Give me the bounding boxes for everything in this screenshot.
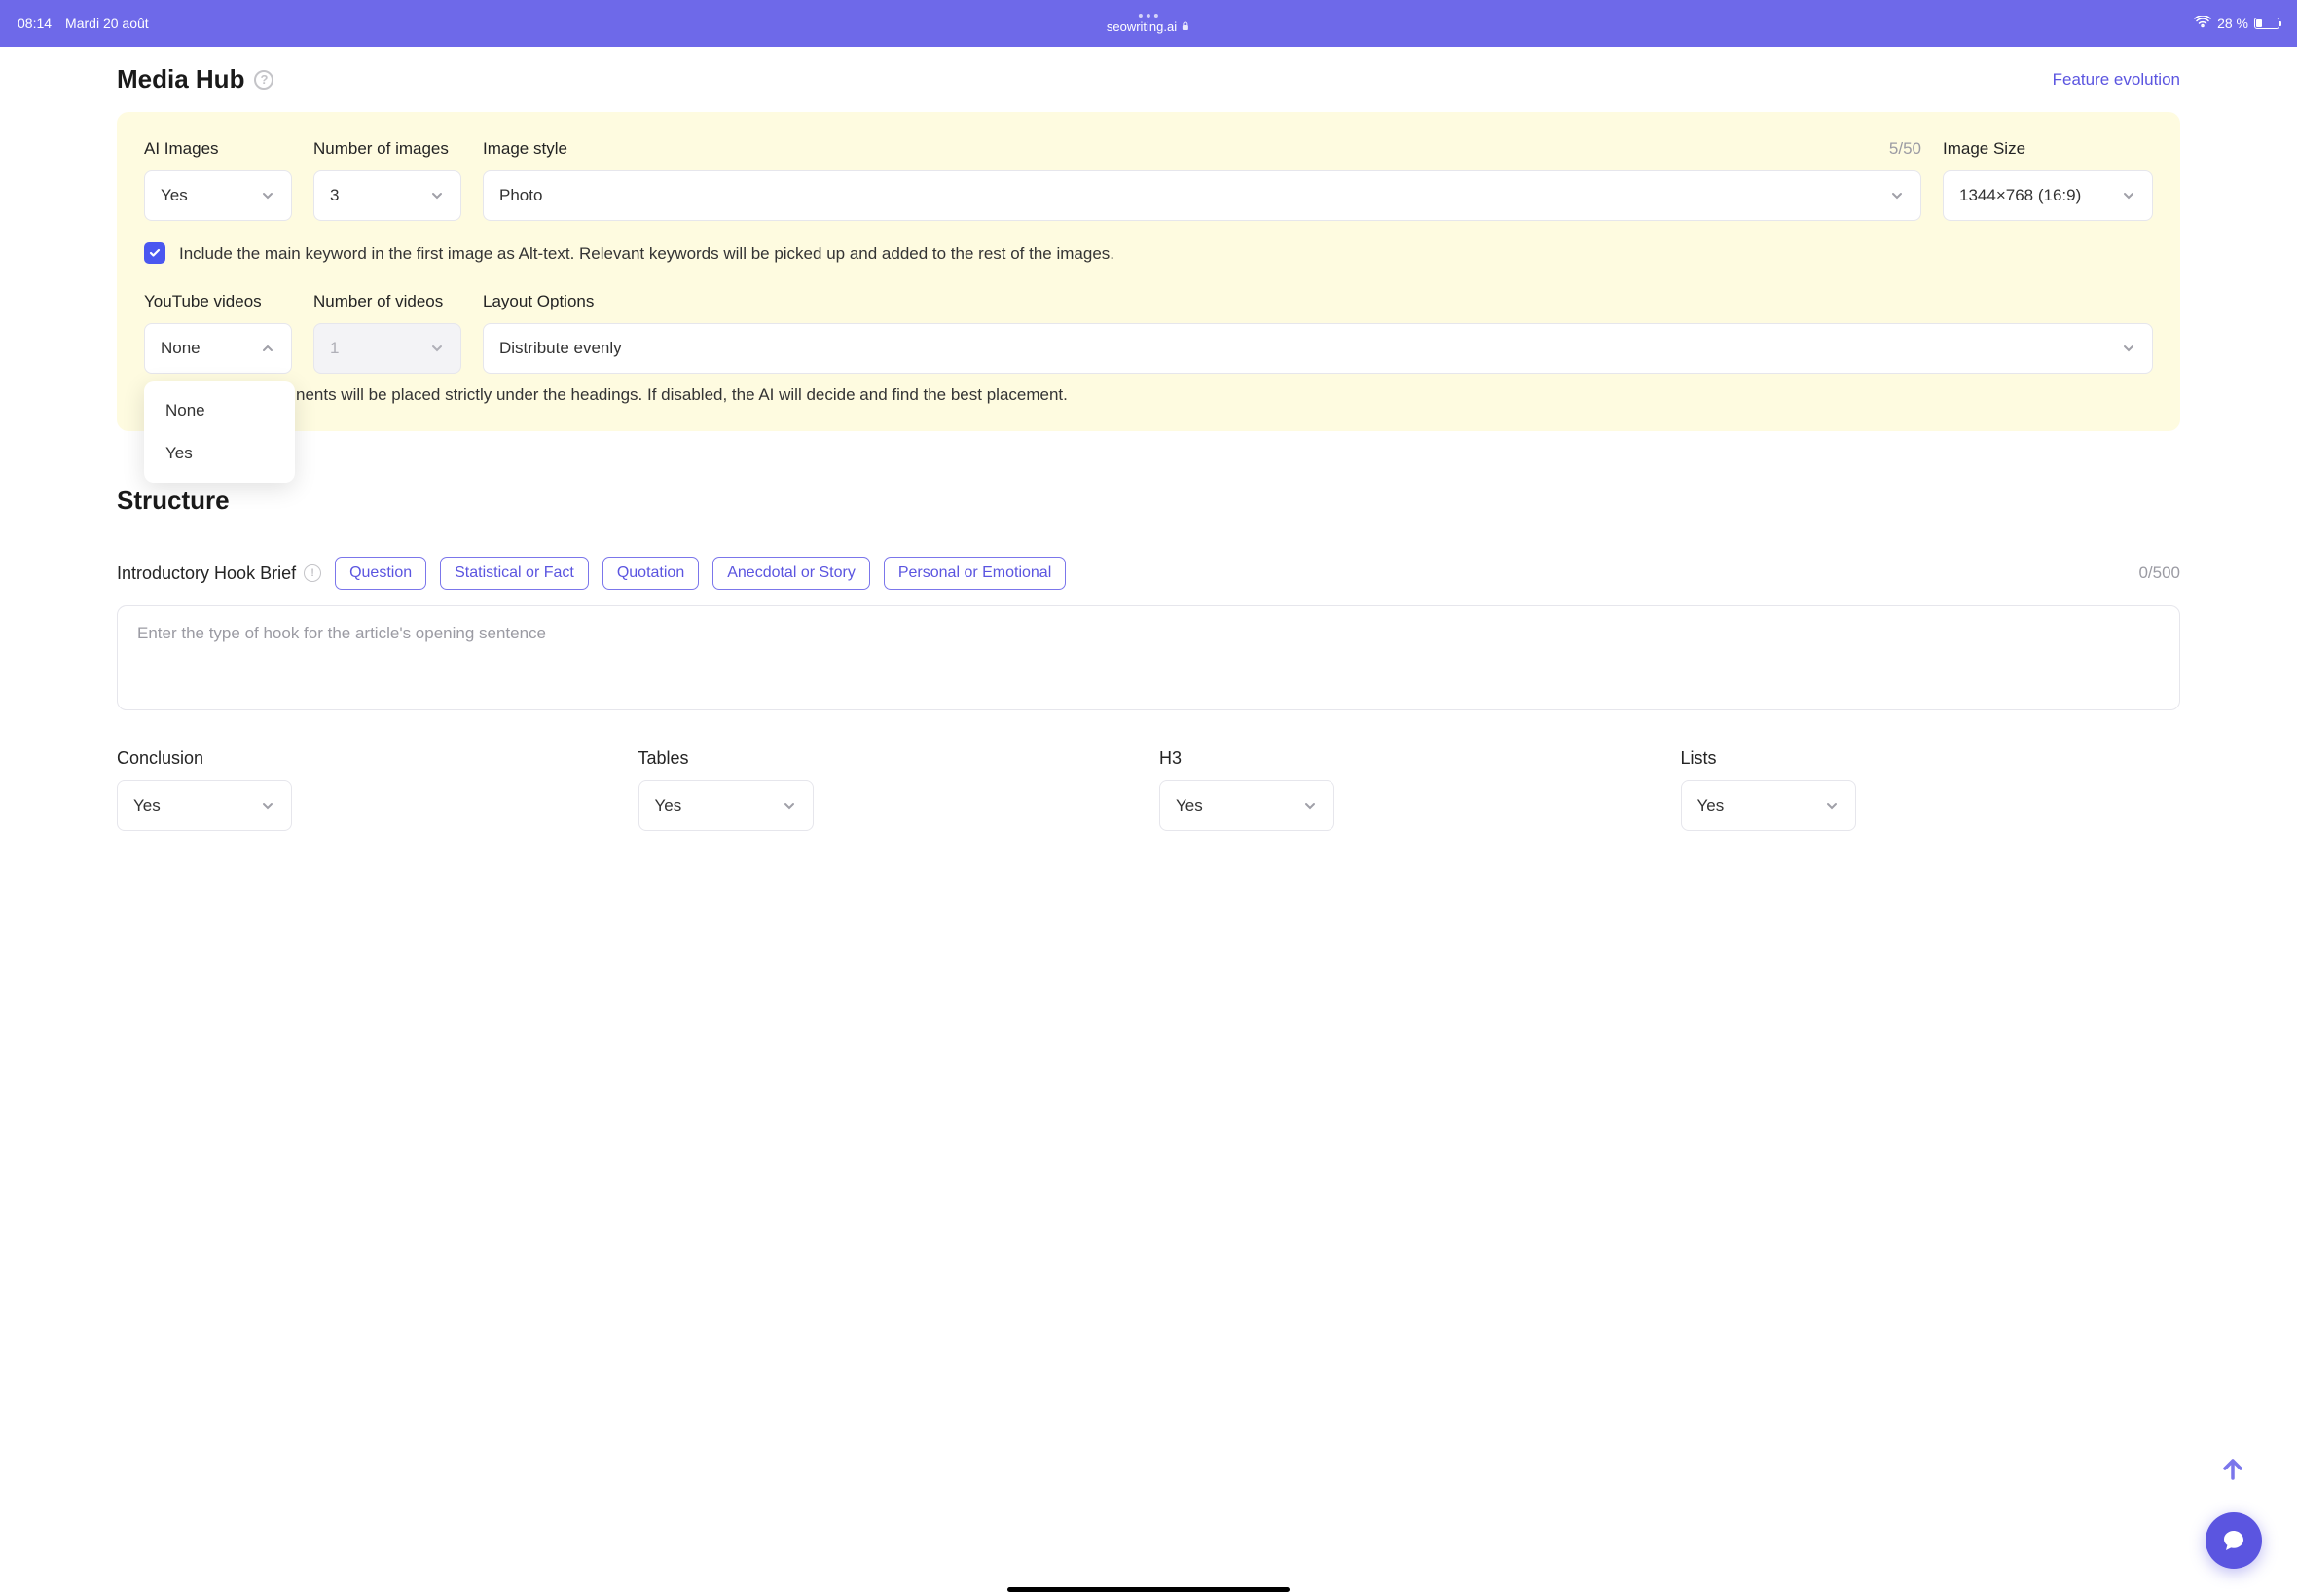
status-domain: seowriting.ai: [1107, 19, 1177, 34]
lists-select[interactable]: Yes: [1681, 780, 1856, 831]
conclusion-value: Yes: [133, 796, 161, 816]
tables-label: Tables: [638, 748, 1139, 769]
layout-value: Distribute evenly: [499, 339, 622, 358]
image-style-select[interactable]: Photo: [483, 170, 1921, 221]
lists-label: Lists: [1681, 748, 2181, 769]
tables-select[interactable]: Yes: [638, 780, 814, 831]
hook-counter: 0/500: [2138, 563, 2180, 583]
scroll-top-button[interactable]: [2211, 1448, 2254, 1491]
chevron-down-icon: [2121, 188, 2136, 203]
chat-button[interactable]: [2206, 1512, 2262, 1569]
youtube-select[interactable]: None: [144, 323, 292, 374]
youtube-option-none[interactable]: None: [144, 389, 295, 432]
chevron-up-icon: [260, 341, 275, 356]
num-images-label: Number of images: [313, 139, 461, 159]
num-images-select[interactable]: 3: [313, 170, 461, 221]
tables-value: Yes: [655, 796, 682, 816]
layout-select[interactable]: Distribute evenly: [483, 323, 2153, 374]
status-date: Mardi 20 août: [65, 16, 149, 31]
alt-text-checkbox[interactable]: [144, 242, 165, 264]
h3-label: H3: [1159, 748, 1659, 769]
youtube-dropdown: None Yes: [144, 381, 295, 483]
ai-images-select[interactable]: Yes: [144, 170, 292, 221]
page-header: Media Hub ? Feature evolution: [117, 47, 2180, 112]
battery-percent: 28 %: [2217, 16, 2248, 31]
chip-quotation[interactable]: Quotation: [602, 557, 699, 590]
image-size-select[interactable]: 1344×768 (16:9): [1943, 170, 2153, 221]
image-size-label: Image Size: [1943, 139, 2153, 159]
chip-question[interactable]: Question: [335, 557, 426, 590]
chevron-down-icon: [1302, 798, 1318, 814]
chevron-down-icon: [1889, 188, 1905, 203]
layout-label: Layout Options: [483, 292, 2153, 311]
chevron-down-icon: [429, 188, 445, 203]
num-videos-label: Number of videos: [313, 292, 461, 311]
conclusion-select[interactable]: Yes: [117, 780, 292, 831]
h3-select[interactable]: Yes: [1159, 780, 1334, 831]
image-style-label: Image style 5/50: [483, 139, 1921, 159]
alt-text-label: Include the main keyword in the first im…: [179, 240, 1114, 267]
youtube-label: YouTube videos: [144, 292, 292, 311]
num-videos-value: 1: [330, 339, 339, 358]
battery-icon: [2254, 18, 2279, 29]
num-images-value: 3: [330, 186, 339, 205]
wifi-icon: [2194, 16, 2211, 31]
chip-statistical[interactable]: Statistical or Fact: [440, 557, 589, 590]
structure-section: Structure Introductory Hook Brief ! Ques…: [117, 486, 2180, 831]
lock-icon: [1181, 19, 1190, 34]
help-icon[interactable]: ?: [254, 70, 273, 90]
youtube-option-yes[interactable]: Yes: [144, 432, 295, 475]
info-icon[interactable]: !: [304, 564, 321, 582]
h3-value: Yes: [1176, 796, 1203, 816]
home-indicator[interactable]: [1007, 1587, 1290, 1592]
ai-images-value: Yes: [161, 186, 188, 205]
feature-evolution-link[interactable]: Feature evolution: [2053, 70, 2180, 90]
chevron-down-icon: [1824, 798, 1840, 814]
multitask-indicator: [1139, 14, 1158, 18]
num-videos-select: 1: [313, 323, 461, 374]
chevron-down-icon: [782, 798, 797, 814]
lists-value: Yes: [1697, 796, 1725, 816]
image-size-value: 1344×768 (16:9): [1959, 186, 2081, 205]
media-hub-card: AI Images Yes Number of images 3 Image s…: [117, 112, 2180, 431]
structure-title: Structure: [117, 486, 2180, 516]
status-bar: 08:14 Mardi 20 août seowriting.ai 28 %: [0, 0, 2297, 47]
hook-label: Introductory Hook Brief !: [117, 563, 321, 584]
chip-personal[interactable]: Personal or Emotional: [884, 557, 1066, 590]
chevron-down-icon: [260, 798, 275, 814]
image-style-value: Photo: [499, 186, 542, 205]
chevron-down-icon: [429, 341, 445, 356]
conclusion-label: Conclusion: [117, 748, 617, 769]
hook-textarea[interactable]: [117, 605, 2180, 710]
placement-helper: nents will be placed strictly under the …: [144, 381, 2153, 408]
page-title: Media Hub: [117, 64, 244, 94]
chevron-down-icon: [2121, 341, 2136, 356]
image-style-counter: 5/50: [1889, 139, 1921, 159]
chip-anecdotal[interactable]: Anecdotal or Story: [712, 557, 870, 590]
youtube-value: None: [161, 339, 201, 358]
chevron-down-icon: [260, 188, 275, 203]
ai-images-label: AI Images: [144, 139, 292, 159]
status-time: 08:14: [18, 16, 52, 31]
